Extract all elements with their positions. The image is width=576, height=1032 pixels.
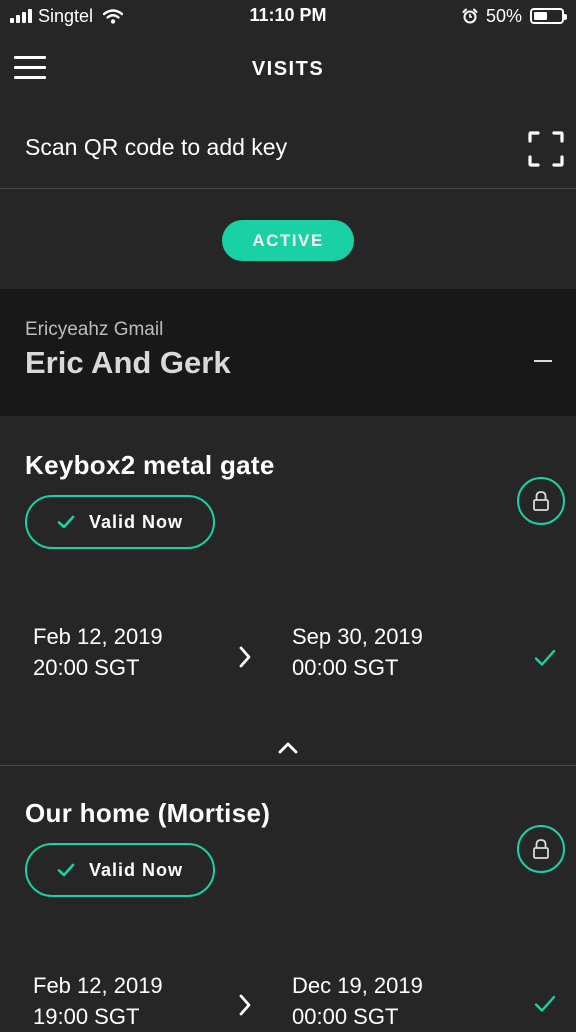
group-title: Eric And Gerk — [25, 345, 231, 380]
check-icon — [534, 995, 556, 1012]
battery-fill — [534, 12, 547, 20]
valid-now-label: Valid Now — [89, 511, 184, 532]
page-title: VISITS — [251, 58, 325, 80]
battery-icon — [530, 8, 567, 24]
valid-now-label: Valid Now — [89, 859, 184, 880]
chevron-right-icon[interactable] — [236, 993, 254, 1017]
collapse-icon[interactable] — [534, 360, 552, 362]
start-date-block: Feb 12, 2019 19:00 SGT — [33, 970, 163, 1032]
status-right: 50% — [462, 5, 567, 27]
key-name: Our home (Mortise) — [25, 798, 271, 828]
start-time: 19:00 SGT — [33, 1004, 140, 1029]
lock-button[interactable] — [517, 477, 565, 525]
key-name: Keybox2 metal gate — [25, 450, 275, 480]
check-icon — [57, 863, 75, 877]
start-time: 20:00 SGT — [33, 655, 140, 680]
valid-now-button[interactable]: Valid Now — [25, 843, 215, 897]
check-icon — [534, 649, 556, 666]
group-header[interactable]: Ericyeahz Gmail Eric And Gerk — [0, 289, 576, 416]
chevron-up-icon[interactable] — [277, 741, 299, 755]
end-date-block: Dec 19, 2019 00:00 SGT — [292, 970, 423, 1032]
alarm-icon — [462, 8, 478, 24]
end-time: 00:00 SGT — [292, 1004, 399, 1029]
nav-bar: VISITS — [0, 34, 576, 104]
end-date-block: Sep 30, 2019 00:00 SGT — [292, 621, 423, 683]
end-time: 00:00 SGT — [292, 655, 399, 680]
scan-qr-row[interactable]: Scan QR code to add key — [0, 104, 576, 189]
group-subtitle: Ericyeahz Gmail — [25, 319, 164, 340]
start-date: Feb 12, 2019 — [33, 624, 163, 649]
lock-button[interactable] — [517, 825, 565, 873]
end-date: Sep 30, 2019 — [292, 624, 423, 649]
key-card: Our home (Mortise) Valid Now Feb 12, 201… — [0, 766, 576, 1029]
start-date-block: Feb 12, 2019 20:00 SGT — [33, 621, 163, 683]
start-date: Feb 12, 2019 — [33, 973, 163, 998]
chevron-right-icon[interactable] — [236, 645, 254, 669]
status-bar: Singtel 11:10 PM 50% — [0, 0, 576, 34]
battery-percent: 50% — [485, 5, 522, 26]
valid-now-button[interactable]: Valid Now — [25, 495, 215, 549]
key-card: Keybox2 metal gate Valid Now Feb 12, 201… — [0, 416, 576, 766]
lock-icon — [533, 491, 549, 511]
scan-qr-label: Scan QR code to add key — [25, 134, 288, 160]
end-date: Dec 19, 2019 — [292, 973, 423, 998]
scan-qr-icon[interactable] — [528, 131, 564, 167]
lock-icon — [533, 839, 549, 859]
check-icon — [57, 515, 75, 529]
active-filter-button[interactable]: ACTIVE — [222, 220, 354, 261]
